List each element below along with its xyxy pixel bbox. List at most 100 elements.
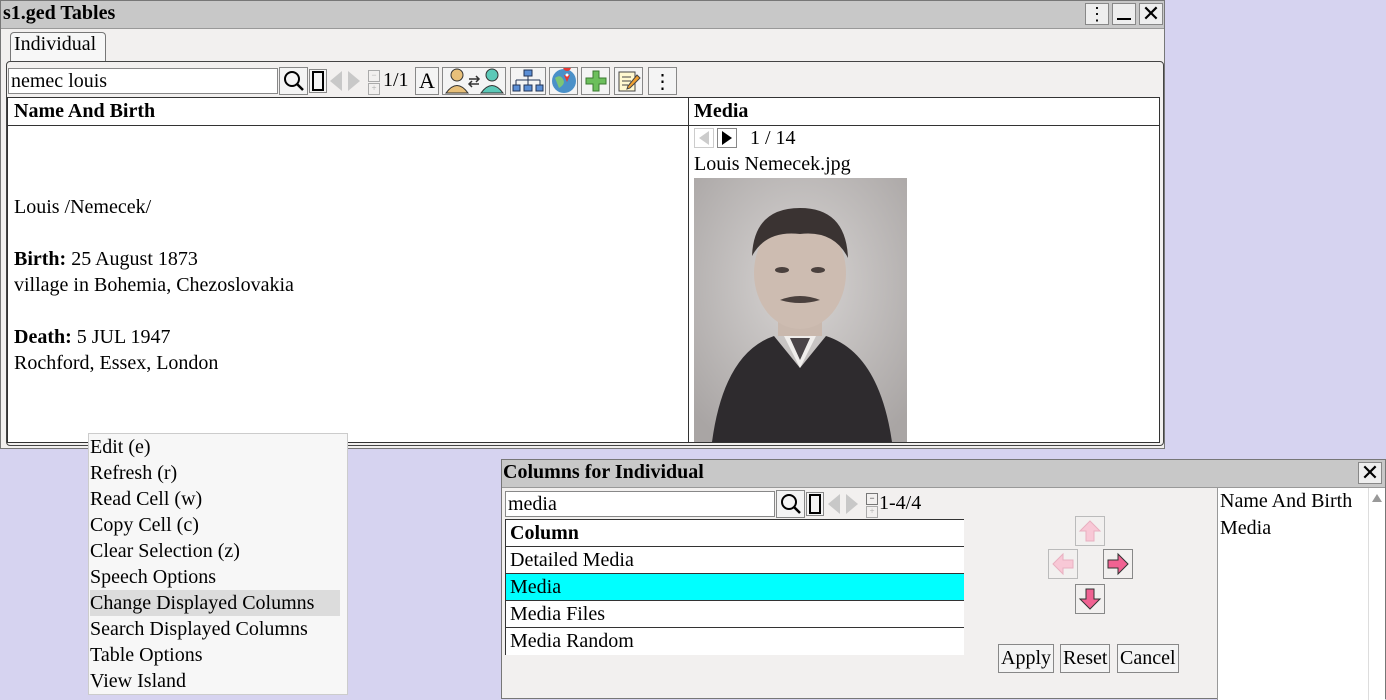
- more-options-button[interactable]: ⋮: [648, 67, 677, 95]
- displayed-column-item[interactable]: Media: [1220, 517, 1271, 540]
- cancel-button[interactable]: Cancel: [1117, 644, 1179, 673]
- death-line: Death: 5 JUL 1947: [14, 324, 294, 350]
- edit-note-icon: [618, 71, 641, 92]
- dialog-close-button[interactable]: ✕: [1358, 462, 1382, 484]
- menu-item-edit[interactable]: Edit (e): [90, 434, 340, 460]
- search-input[interactable]: nemec louis: [8, 68, 278, 94]
- select-all-button[interactable]: [309, 69, 327, 93]
- apply-button[interactable]: Apply: [998, 644, 1054, 673]
- person-name: Louis /Nemecek/: [14, 196, 152, 218]
- birth-line: Birth: 25 August 1873: [14, 246, 294, 272]
- edit-notes-button[interactable]: [614, 67, 643, 95]
- add-button[interactable]: [581, 67, 610, 95]
- column-search-button[interactable]: [776, 490, 805, 518]
- column-match-count: 1-4/4: [879, 492, 922, 514]
- move-left-button[interactable]: [1048, 549, 1078, 579]
- collapse-icon: −: [866, 493, 878, 505]
- title-bar[interactable]: s1.ged Tables ⋮ ✕: [1, 1, 1164, 29]
- reset-button[interactable]: Reset: [1060, 644, 1111, 673]
- displayed-columns-list[interactable]: Name And Birth Media: [1217, 488, 1385, 700]
- available-columns-header: Column: [506, 520, 964, 547]
- collapse-icon: −: [368, 70, 380, 82]
- previous-match-button[interactable]: [330, 71, 344, 93]
- media-prev-button[interactable]: [694, 128, 714, 148]
- tree-button[interactable]: [510, 67, 546, 95]
- expand-icon: +: [368, 83, 380, 95]
- triangle-left-icon: [330, 71, 342, 91]
- move-down-button[interactable]: [1075, 584, 1105, 614]
- column-prev-match-button[interactable]: [828, 494, 842, 516]
- window-menu-button[interactable]: ⋮: [1085, 3, 1109, 25]
- close-icon: ✕: [1141, 1, 1161, 26]
- people-swap-icon: [445, 68, 504, 94]
- menu-item-speech-options[interactable]: Speech Options: [90, 564, 340, 590]
- death-place: Rochford, Essex, London: [14, 352, 219, 374]
- displayed-column-item[interactable]: Name And Birth: [1220, 490, 1352, 513]
- tab-label: Individual: [14, 33, 97, 55]
- column-option-detailed-media[interactable]: Detailed Media: [506, 547, 964, 574]
- triangle-right-icon: [722, 131, 732, 145]
- menu-item-search-displayed-columns[interactable]: Search Displayed Columns: [90, 616, 340, 642]
- match-stepper[interactable]: − +: [368, 70, 380, 95]
- death-label: Death:: [14, 326, 72, 348]
- list-scrollbar[interactable]: [1368, 488, 1385, 700]
- menu-item-change-displayed-columns[interactable]: Change Displayed Columns: [90, 590, 340, 616]
- column-header-media[interactable]: Media: [694, 100, 748, 123]
- menu-item-view-island[interactable]: View Island: [90, 668, 340, 694]
- dialog-title-bar[interactable]: Columns for Individual ✕: [502, 460, 1385, 488]
- column-option-media-files[interactable]: Media Files: [506, 601, 964, 628]
- tab-individual[interactable]: Individual: [10, 32, 106, 62]
- window-title: s1.ged Tables: [3, 2, 116, 24]
- birth-place: village in Bohemia, Chezoslovakia: [14, 274, 294, 296]
- dialog-title: Columns for Individual: [503, 461, 704, 483]
- triangle-left-icon: [699, 131, 709, 145]
- move-up-button[interactable]: [1075, 516, 1105, 546]
- triangle-right-icon: [846, 494, 858, 514]
- menu-item-table-options[interactable]: Table Options: [90, 642, 340, 668]
- search-button[interactable]: [279, 67, 308, 95]
- column-next-match-button[interactable]: [846, 494, 860, 516]
- column-option-media[interactable]: Media: [506, 574, 964, 601]
- minimize-button[interactable]: [1112, 3, 1136, 25]
- expand-icon: +: [866, 506, 878, 518]
- map-button[interactable]: [549, 67, 578, 95]
- column-search-input[interactable]: media: [505, 491, 775, 517]
- context-menu: Edit (e) Refresh (r) Read Cell (w) Copy …: [88, 433, 348, 695]
- close-icon: ✕: [1360, 460, 1380, 485]
- media-next-button[interactable]: [717, 128, 737, 148]
- menu-item-read-cell[interactable]: Read Cell (w): [90, 486, 340, 512]
- arrow-down-icon: [1078, 588, 1102, 610]
- column-header-name-birth[interactable]: Name And Birth: [14, 100, 155, 123]
- font-button[interactable]: A: [415, 67, 439, 95]
- portrait-photo: [694, 178, 907, 442]
- arrow-up-icon: [1078, 520, 1102, 542]
- rectangle-icon: [312, 71, 324, 91]
- available-columns-table: Column Detailed Media Media Media Files …: [505, 519, 964, 655]
- death-date: 5 JUL 1947: [76, 326, 171, 348]
- plus-icon: [585, 70, 606, 92]
- triangle-left-icon: [828, 494, 840, 514]
- name-birth-cell[interactable]: Louis /Nemecek/ Birth: 25 August 1873 vi…: [14, 194, 294, 376]
- media-photo[interactable]: [694, 178, 907, 442]
- move-right-button[interactable]: [1103, 549, 1133, 579]
- search-icon: [283, 71, 304, 91]
- menu-item-refresh[interactable]: Refresh (r): [90, 460, 340, 486]
- menu-item-clear-selection[interactable]: Clear Selection (z): [90, 538, 340, 564]
- next-match-button[interactable]: [348, 71, 362, 93]
- font-icon: A: [419, 68, 435, 93]
- menu-item-copy-cell[interactable]: Copy Cell (c): [90, 512, 340, 538]
- close-button[interactable]: ✕: [1139, 3, 1163, 25]
- data-table: Name And Birth Media Louis /Nemecek/ Bir…: [7, 97, 1160, 443]
- table-header-row: [8, 98, 1159, 126]
- column-select-all-button[interactable]: [806, 492, 824, 516]
- media-counter: 1 / 14: [750, 127, 796, 149]
- scroll-up-icon: [1372, 494, 1382, 502]
- media-filename: Louis Nemecek.jpg: [694, 153, 851, 175]
- column-divider: [688, 98, 689, 442]
- column-option-media-random[interactable]: Media Random: [506, 628, 964, 655]
- kebab-icon: ⋮: [1088, 4, 1106, 24]
- triangle-right-icon: [348, 71, 360, 91]
- column-match-stepper[interactable]: − +: [866, 493, 878, 518]
- tables-window: s1.ged Tables ⋮ ✕ Individual nemec louis…: [0, 0, 1165, 449]
- relationship-button[interactable]: [442, 67, 506, 95]
